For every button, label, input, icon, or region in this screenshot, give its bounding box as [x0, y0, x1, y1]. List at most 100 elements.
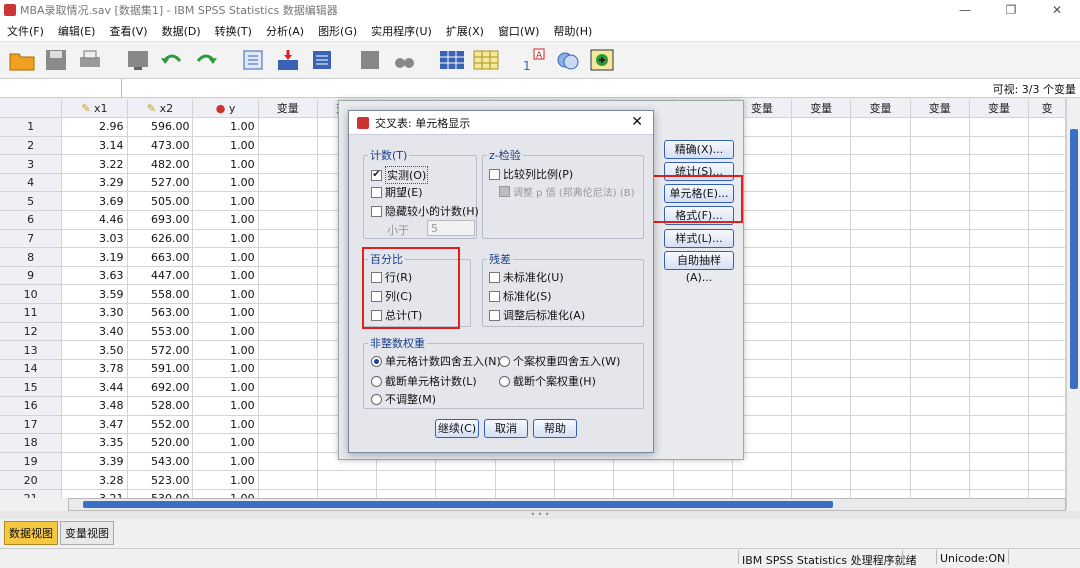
- row-number-cell[interactable]: 14: [0, 359, 63, 379]
- row-number-cell[interactable]: 8: [0, 247, 63, 267]
- data-cell[interactable]: 1.00: [192, 433, 259, 453]
- empty-cell[interactable]: [910, 433, 970, 453]
- data-cell[interactable]: 3.59: [61, 284, 128, 305]
- goto-variable-icon[interactable]: [274, 46, 302, 74]
- empty-cell[interactable]: [850, 247, 911, 267]
- vertical-scrollbar[interactable]: [1066, 99, 1080, 509]
- column-header-empty[interactable]: 变量: [258, 99, 318, 119]
- adjust-p-values-checkbox[interactable]: 调整 p 值 (邦弗伦尼法) (B): [499, 184, 635, 199]
- empty-cell[interactable]: [1028, 415, 1066, 435]
- empty-cell[interactable]: [850, 303, 911, 323]
- empty-cell[interactable]: [1028, 303, 1066, 323]
- empty-cell[interactable]: [258, 322, 318, 342]
- use-sets-icon[interactable]: [554, 46, 582, 74]
- empty-cell[interactable]: [258, 284, 318, 305]
- data-cell[interactable]: 596.00: [127, 117, 194, 137]
- empty-cell[interactable]: [1028, 359, 1066, 379]
- data-cell[interactable]: 1.00: [192, 359, 259, 379]
- empty-cell[interactable]: [850, 415, 911, 435]
- pane-splitter[interactable]: • • •: [0, 511, 1080, 519]
- undo-icon[interactable]: [158, 46, 186, 74]
- adjusted-standardized-checkbox[interactable]: 调整后标准化(A): [489, 307, 585, 323]
- data-cell[interactable]: 693.00: [127, 210, 194, 230]
- empty-cell[interactable]: [910, 470, 970, 490]
- data-cell[interactable]: 3.39: [61, 452, 128, 472]
- empty-cell[interactable]: [969, 489, 1030, 498]
- corner-cell[interactable]: [0, 99, 63, 119]
- empty-cell[interactable]: [969, 136, 1030, 156]
- empty-cell[interactable]: [791, 266, 852, 286]
- empty-cell[interactable]: [791, 284, 852, 305]
- row-number-cell[interactable]: 17: [0, 415, 63, 435]
- empty-cell[interactable]: [910, 340, 970, 360]
- data-cell[interactable]: 3.69: [61, 191, 128, 212]
- data-cell[interactable]: 3.19: [61, 247, 128, 267]
- column-header-empty[interactable]: 变量: [969, 99, 1030, 119]
- empty-cell[interactable]: [791, 359, 852, 379]
- empty-cell[interactable]: [1028, 340, 1066, 360]
- tab-variable-view[interactable]: 变量视图: [60, 520, 114, 545]
- empty-cell[interactable]: [613, 489, 674, 498]
- data-cell[interactable]: 3.47: [61, 415, 128, 435]
- row-number-cell[interactable]: 13: [0, 340, 63, 360]
- cell-reference-input[interactable]: [0, 79, 122, 98]
- empty-cell[interactable]: [673, 489, 733, 498]
- empty-cell[interactable]: [791, 396, 852, 416]
- empty-cell[interactable]: [732, 489, 793, 498]
- empty-cell[interactable]: [258, 154, 318, 174]
- observed-checkbox[interactable]: ✔ 实测(O): [371, 166, 429, 184]
- format-button[interactable]: 格式(F)...: [664, 206, 734, 225]
- menu-window[interactable]: 窗口(W): [491, 23, 546, 39]
- empty-cell[interactable]: [791, 489, 852, 498]
- column-header-empty[interactable]: 变量: [910, 99, 970, 119]
- cancel-button[interactable]: 取消: [484, 419, 528, 438]
- empty-cell[interactable]: [910, 210, 970, 230]
- dialog-recall-icon[interactable]: [124, 46, 152, 74]
- spelling-icon[interactable]: [588, 46, 616, 74]
- goto-case-icon[interactable]: [240, 46, 268, 74]
- truncate-case-weights-radio[interactable]: 截断个案权重(H): [499, 373, 596, 389]
- data-cell[interactable]: 552.00: [127, 415, 194, 435]
- empty-cell[interactable]: [850, 117, 911, 137]
- row-number-cell[interactable]: 12: [0, 322, 63, 342]
- empty-cell[interactable]: [258, 229, 318, 249]
- row-percent-checkbox[interactable]: 行(R): [371, 269, 412, 285]
- data-cell[interactable]: 572.00: [127, 340, 194, 360]
- empty-cell[interactable]: [910, 136, 970, 156]
- empty-cell[interactable]: [969, 173, 1030, 193]
- empty-cell[interactable]: [850, 359, 911, 379]
- data-cell[interactable]: 3.48: [61, 396, 128, 416]
- empty-cell[interactable]: [910, 173, 970, 193]
- data-cell[interactable]: 528.00: [127, 396, 194, 416]
- empty-cell[interactable]: [850, 191, 911, 212]
- empty-cell[interactable]: [258, 396, 318, 416]
- row-number-cell[interactable]: 18: [0, 433, 63, 453]
- empty-cell[interactable]: [969, 154, 1030, 174]
- empty-cell[interactable]: [969, 470, 1030, 490]
- data-cell[interactable]: 1.00: [192, 136, 259, 156]
- data-cell[interactable]: 3.14: [61, 136, 128, 156]
- data-cell[interactable]: 1.00: [192, 266, 259, 286]
- empty-cell[interactable]: [495, 470, 556, 490]
- empty-cell[interactable]: [732, 470, 793, 490]
- menu-file[interactable]: 文件(F): [0, 23, 51, 39]
- empty-cell[interactable]: [910, 359, 970, 379]
- data-cell[interactable]: 3.63: [61, 266, 128, 286]
- empty-cell[interactable]: [969, 377, 1030, 397]
- save-icon[interactable]: [42, 46, 70, 74]
- empty-cell[interactable]: [554, 470, 615, 490]
- menu-transform[interactable]: 转换(T): [208, 23, 259, 39]
- column-header-x1[interactable]: ✎ x1: [61, 99, 128, 119]
- minimize-button[interactable]: —: [942, 0, 988, 20]
- compare-column-proportions-checkbox[interactable]: 比较列比例(P): [489, 166, 573, 182]
- empty-cell[interactable]: [969, 322, 1030, 342]
- empty-cell[interactable]: [258, 191, 318, 212]
- data-cell[interactable]: 1.00: [192, 489, 259, 498]
- empty-cell[interactable]: [258, 210, 318, 230]
- empty-cell[interactable]: [969, 191, 1030, 212]
- row-number-cell[interactable]: 20: [0, 470, 63, 490]
- empty-cell[interactable]: [850, 433, 911, 453]
- empty-cell[interactable]: [910, 452, 970, 472]
- empty-cell[interactable]: [969, 396, 1030, 416]
- empty-cell[interactable]: [1028, 489, 1066, 498]
